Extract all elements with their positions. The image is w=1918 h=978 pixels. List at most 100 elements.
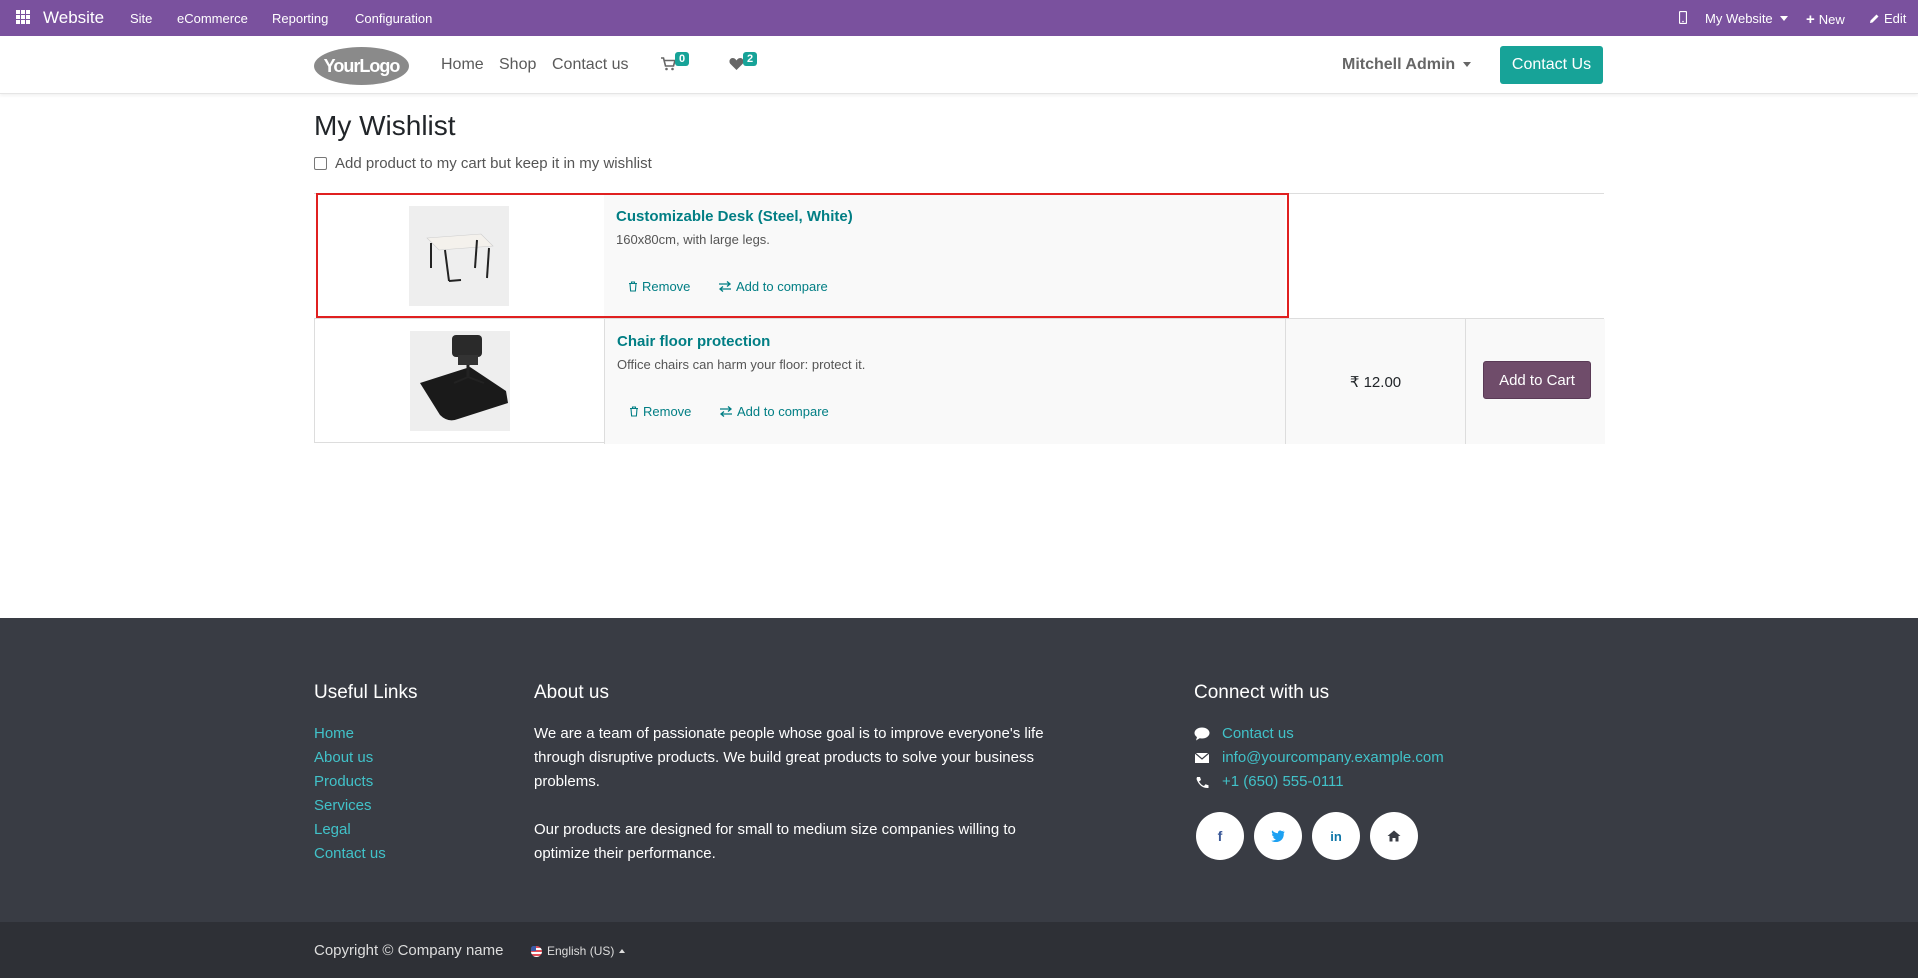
phone-link[interactable]: +1 (650) 555-0111 [1222, 770, 1344, 794]
phone-item[interactable]: +1 (650) 555-0111 [1194, 770, 1444, 794]
chevron-up-icon [619, 949, 626, 953]
chevron-down-icon [1463, 62, 1472, 68]
wishlist-row: Customizable Desk (Steel, White) 160x80c… [314, 193, 1604, 319]
footer: Useful Links Home About us Products Serv… [0, 618, 1918, 922]
footer-link-contact-us[interactable]: Contact us [314, 842, 386, 866]
useful-links-heading: Useful Links [314, 682, 418, 703]
user-name: Mitchell Admin [1342, 56, 1456, 73]
about-paragraph-1: We are a team of passionate people whose… [534, 725, 1044, 790]
compare-label: Add to compare [737, 404, 829, 419]
desk-image [409, 206, 509, 306]
mobile-preview-button[interactable] [1679, 11, 1687, 24]
menu-reporting[interactable]: Reporting [272, 11, 328, 26]
footer-link-legal[interactable]: Legal [314, 818, 386, 842]
home-icon[interactable] [1370, 812, 1418, 860]
contact-list: Contact us info@yourcompany.example.com … [1194, 722, 1444, 794]
wishlist-link[interactable]: 2 [729, 52, 759, 77]
app-brand[interactable]: Website [43, 8, 104, 28]
website-switcher[interactable]: My Website [1705, 11, 1788, 26]
heart-icon [729, 58, 744, 70]
product-image-cell [315, 319, 605, 444]
keep-in-wishlist-label: Add product to my cart but keep it in my… [335, 155, 652, 172]
social-links: f in [1196, 812, 1418, 860]
exchange-icon [718, 281, 732, 292]
compare-label: Add to compare [736, 279, 828, 294]
email-link[interactable]: info@yourcompany.example.com [1222, 746, 1444, 770]
new-label: New [1818, 12, 1845, 27]
contact-us-button[interactable]: Contact Us [1500, 46, 1603, 84]
company-logo[interactable]: YourLogo [314, 47, 409, 85]
footer-link-products[interactable]: Products [314, 770, 386, 794]
product-image-desk[interactable] [409, 206, 509, 306]
linkedin-icon[interactable]: in [1312, 812, 1360, 860]
cart-icon [661, 57, 677, 71]
wishlist-row: Chair floor protection Office chairs can… [314, 318, 1605, 444]
connect-heading: Connect with us [1194, 682, 1330, 703]
cart-link[interactable]: 0 [661, 52, 691, 77]
contact-us-item[interactable]: Contact us [1194, 722, 1444, 746]
email-item[interactable]: info@yourcompany.example.com [1194, 746, 1444, 770]
floor-protection-image [410, 331, 510, 431]
language-selector[interactable]: English (US) [531, 944, 626, 958]
product-image-floor-protection[interactable] [410, 331, 510, 431]
copyright-bar: Copyright © Company name English (US) [0, 922, 1918, 978]
about-paragraph-2: Our products are designed for small to m… [534, 821, 1016, 862]
product-name-link[interactable]: Customizable Desk (Steel, White) [616, 208, 853, 225]
trash-icon [630, 406, 638, 417]
keep-in-wishlist-checkbox[interactable] [314, 157, 327, 170]
logo-text: YourLogo [323, 55, 401, 76]
add-to-compare-button[interactable]: Add to compare [718, 279, 828, 294]
website-switcher-label: My Website [1705, 11, 1773, 26]
footer-link-services[interactable]: Services [314, 794, 386, 818]
comment-icon [1194, 727, 1210, 741]
website-header: YourLogo Home Shop Contact us 0 2 Mitche… [0, 36, 1918, 94]
chevron-down-icon [1779, 16, 1788, 21]
remove-button[interactable]: Remove [628, 279, 690, 294]
product-name-link[interactable]: Chair floor protection [617, 333, 770, 350]
add-to-compare-button[interactable]: Add to compare [719, 404, 829, 419]
user-menu[interactable]: Mitchell Admin [1342, 56, 1472, 74]
product-info-cell: Customizable Desk (Steel, White) 160x80c… [604, 194, 1285, 319]
phone-icon [1196, 776, 1209, 788]
facebook-icon[interactable]: f [1196, 812, 1244, 860]
new-button[interactable]: + New [1806, 11, 1845, 28]
nav-contact-us[interactable]: Contact us [552, 56, 628, 74]
remove-button[interactable]: Remove [629, 404, 691, 419]
edit-button[interactable]: Edit [1869, 11, 1906, 26]
trash-icon [629, 281, 637, 292]
product-price: ₹ 12.00 [1286, 319, 1466, 444]
useful-links-list: Home About us Products Services Legal Co… [314, 722, 386, 866]
page-title: My Wishlist [314, 110, 456, 141]
apps-menu-icon[interactable] [16, 10, 30, 24]
twitter-icon[interactable] [1254, 812, 1302, 860]
product-description: Office chairs can harm your floor: prote… [617, 357, 866, 372]
remove-label: Remove [642, 279, 691, 294]
contact-us-link[interactable]: Contact us [1222, 722, 1294, 746]
footer-link-home[interactable]: Home [314, 722, 386, 746]
add-to-cart-button[interactable]: Add to Cart [1483, 361, 1591, 399]
remove-label: Remove [643, 404, 692, 419]
about-us-heading: About us [534, 682, 609, 703]
product-image-cell [314, 194, 604, 319]
menu-ecommerce[interactable]: eCommerce [177, 11, 248, 26]
nav-home[interactable]: Home [441, 56, 484, 74]
mobile-icon [1679, 11, 1687, 24]
nav-shop[interactable]: Shop [499, 56, 536, 74]
keep-in-wishlist-option[interactable]: Add product to my cart but keep it in my… [314, 155, 652, 172]
plus-icon: + [1806, 11, 1815, 28]
edit-label: Edit [1884, 11, 1907, 26]
menu-configuration[interactable]: Configuration [355, 11, 432, 26]
product-description: 160x80cm, with large legs. [616, 232, 770, 247]
footer-link-about-us[interactable]: About us [314, 746, 386, 770]
exchange-icon [719, 406, 733, 417]
language-label: English (US) [547, 944, 615, 958]
wishlist-count-badge: 2 [743, 52, 758, 66]
admin-navbar: Website Site eCommerce Reporting Configu… [0, 0, 1918, 36]
menu-site[interactable]: Site [130, 11, 152, 26]
copyright-text: Copyright © Company name [314, 942, 504, 959]
add-to-cart-cell: Add to Cart [1466, 319, 1605, 444]
us-flag-icon [531, 945, 542, 957]
pencil-icon [1870, 14, 1879, 23]
envelope-icon [1194, 752, 1210, 763]
product-info-cell: Chair floor protection Office chairs can… [605, 319, 1286, 444]
